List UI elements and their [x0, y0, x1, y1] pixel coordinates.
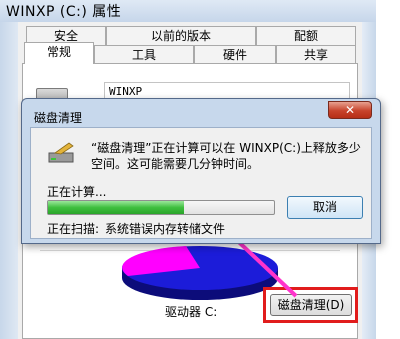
progress-fill	[48, 201, 184, 214]
scan-status-row: 正在扫描: 系统错误内存转储文件	[47, 220, 225, 237]
dialog-title: 磁盘清理	[34, 111, 83, 125]
tab-tools[interactable]: 工具	[94, 45, 194, 64]
status-text: 正在计算...	[47, 185, 107, 199]
progress-bar	[47, 200, 275, 215]
dialog-body: “磁盘清理”正在计算可以在 WINXP(C:)上释放多少空间。这可能需要几分钟时…	[30, 127, 372, 239]
properties-window-title: WINXP (C:) 属性	[6, 4, 122, 20]
disk-cleanup-icon	[48, 142, 74, 163]
tab-quota[interactable]: 配额	[256, 26, 356, 45]
close-button[interactable]: ✕	[328, 101, 372, 119]
scan-item: 系统错误内存转储文件	[105, 222, 226, 236]
cleanup-message: “磁盘清理”正在计算可以在 WINXP(C:)上释放多少空间。这可能需要几分钟时…	[91, 141, 361, 171]
tab-hardware[interactable]: 硬件	[194, 45, 276, 64]
tab-general[interactable]: 常规	[24, 42, 94, 64]
tab-previous-versions[interactable]: 以前的版本	[106, 26, 256, 45]
tab-sharing[interactable]: 共享	[276, 45, 356, 64]
disk-cleanup-dialog: 磁盘清理 ✕ “磁盘清理”正在计算可以在 WINXP(C:)上释放多少空间。这可…	[21, 98, 381, 244]
scan-label: 正在扫描:	[47, 222, 100, 236]
cancel-button[interactable]: 取消	[287, 196, 363, 219]
window-frame-left	[0, 22, 18, 339]
properties-titlebar[interactable]: WINXP (C:) 属性	[0, 0, 376, 22]
